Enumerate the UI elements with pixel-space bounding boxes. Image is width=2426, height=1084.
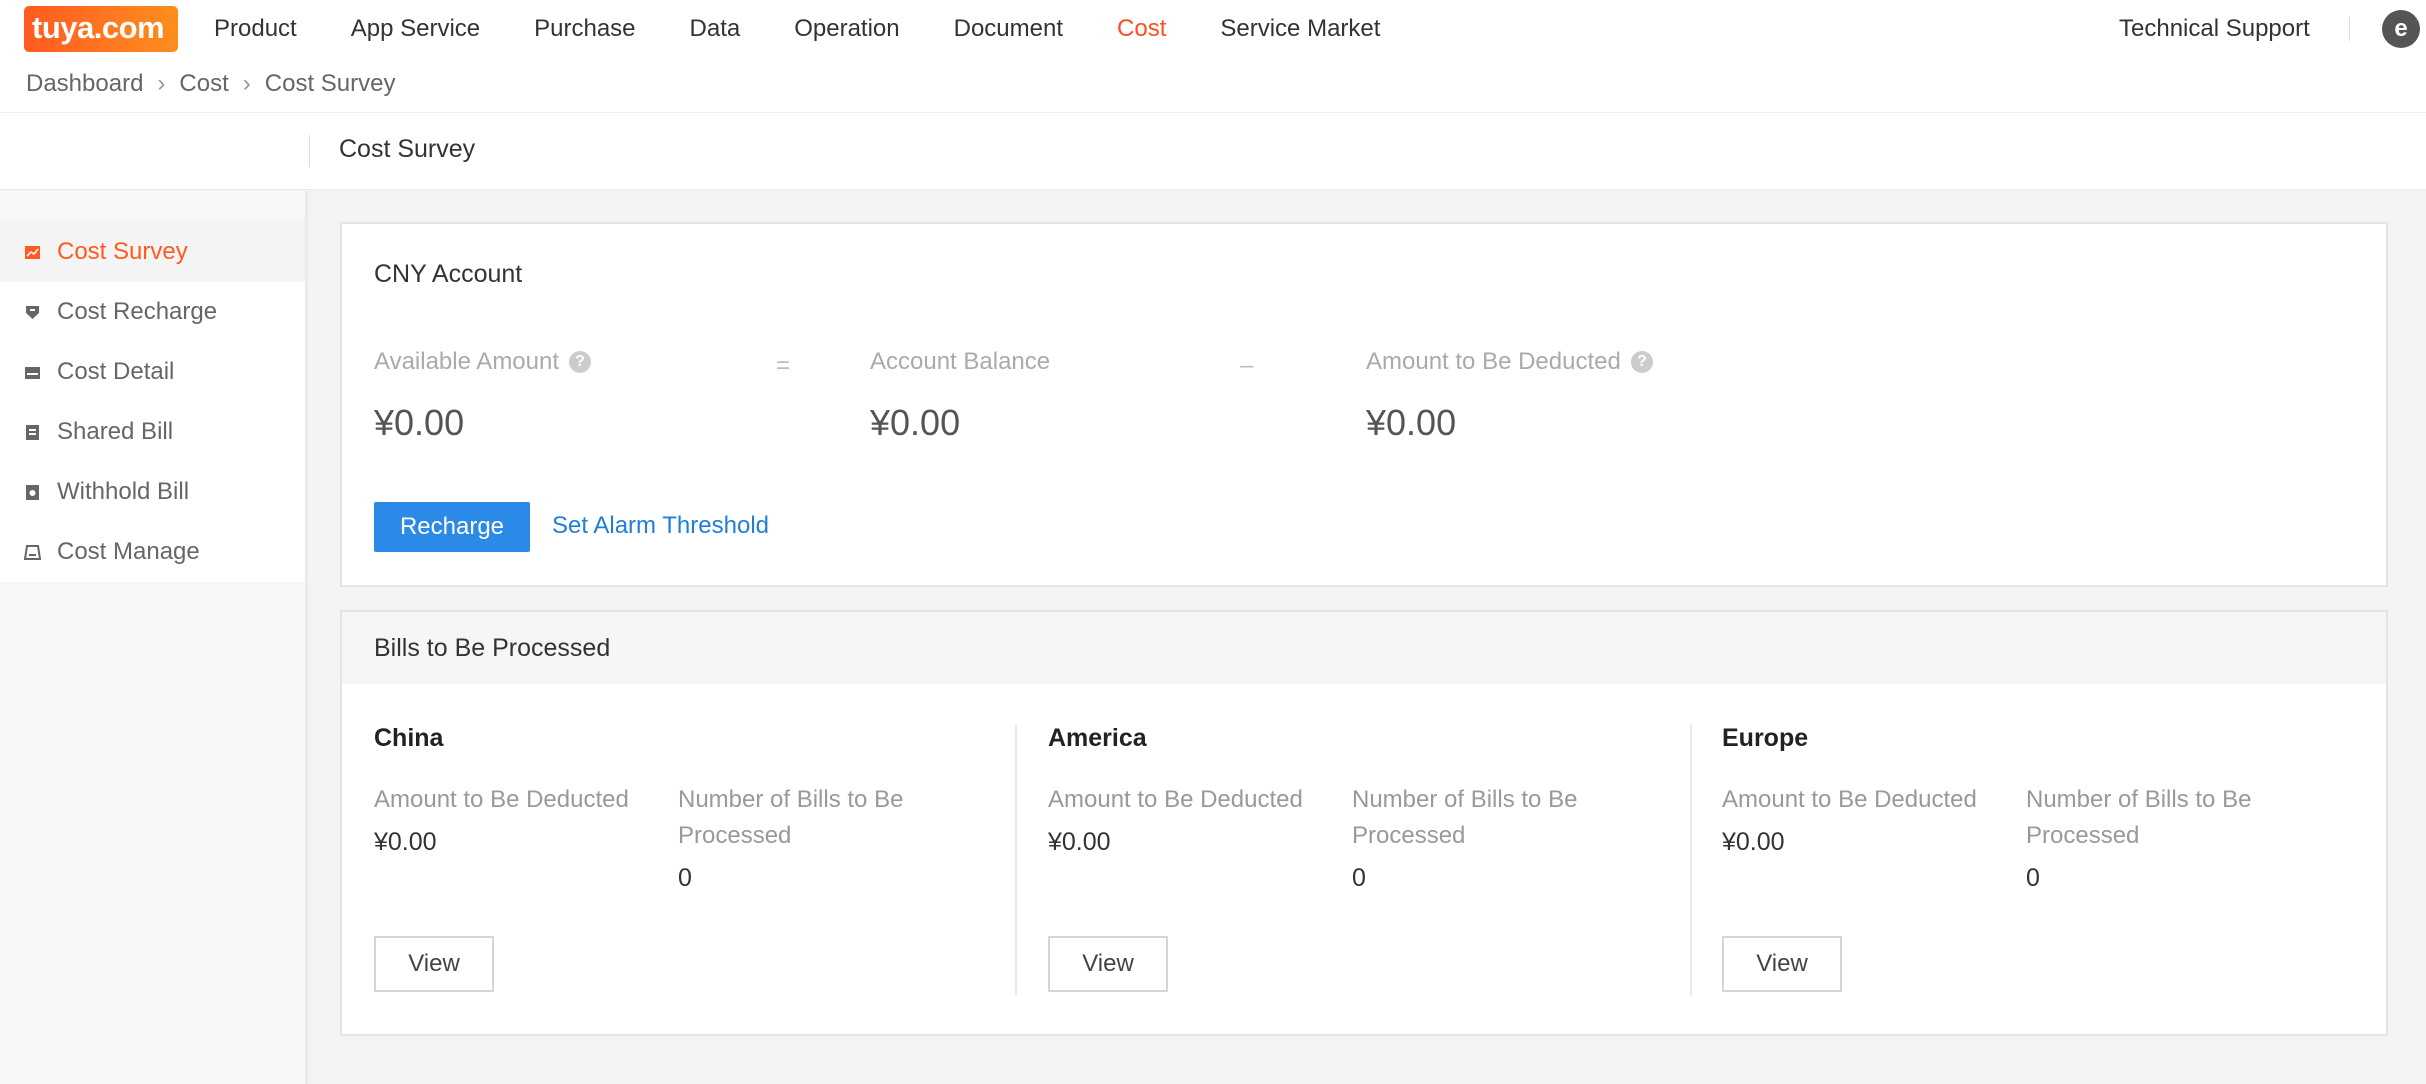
sidebar-item-label: Cost Detail [57, 358, 175, 385]
nav-item-document[interactable]: Document [954, 0, 1063, 58]
card-title: CNY Account [374, 260, 523, 288]
amount-to-be-deducted: Amount to Be Deducted ? ¥0.00 [1366, 348, 1653, 444]
deduct-value: ¥0.00 [1048, 828, 1111, 856]
available-amount-value: ¥0.00 [374, 402, 465, 443]
nav-divider [2349, 17, 2350, 41]
nav-item-operation[interactable]: Operation [794, 0, 899, 58]
account-balance-label: Account Balance [870, 348, 1050, 376]
deduct-value: ¥0.00 [374, 828, 437, 856]
region-name: America [1048, 724, 1147, 752]
deduct-value: ¥0.00 [1722, 828, 1785, 856]
chevron-right-icon: › [157, 70, 166, 97]
chart-icon [24, 244, 41, 261]
chevron-right-icon: › [242, 70, 251, 97]
main-menu: Product App Service Purchase Data Operat… [214, 0, 1434, 58]
nav-item-data[interactable]: Data [690, 0, 741, 58]
label-text: Account Balance [870, 348, 1051, 375]
bill-count-label: Number of Bills to Be Processed [2026, 786, 2252, 849]
available-amount-label: Available Amount ? [374, 348, 592, 376]
card-title: Bills to Be Processed [374, 634, 611, 662]
region-name: Europe [1722, 724, 1809, 752]
view-button[interactable]: View [374, 936, 494, 992]
breadcrumb-cost-survey: Cost Survey [264, 70, 396, 97]
region-china: China Amount to Be Deducted ¥0.00 Number… [342, 724, 982, 1004]
detail-icon [24, 364, 41, 381]
nav-item-cost[interactable]: Cost [1117, 0, 1166, 58]
account-balance-value: ¥0.00 [870, 402, 961, 443]
tuya-logo[interactable]: tuya.com [24, 6, 178, 52]
sidebar-item-label: Cost Manage [57, 538, 200, 565]
manage-icon [24, 544, 41, 561]
sidebar-item-shared-bill[interactable]: Shared Bill [0, 402, 305, 462]
sidebar-item-cost-survey[interactable]: Cost Survey [0, 222, 305, 282]
minus-sign: – [1240, 352, 1254, 379]
technical-support-link[interactable]: Technical Support [2119, 0, 2310, 58]
header-divider [309, 135, 310, 167]
nav-item-purchase[interactable]: Purchase [534, 0, 635, 58]
amount-to-be-deducted-value: ¥0.00 [1366, 402, 1457, 443]
region-europe: Europe Amount to Be Deducted ¥0.00 Numbe… [1690, 724, 2330, 1004]
recharge-icon [24, 304, 41, 321]
recharge-button[interactable]: Recharge [374, 502, 530, 552]
breadcrumb: Dashboard › Cost › Cost Survey [26, 70, 396, 98]
label-text: Available Amount [374, 348, 560, 375]
help-icon[interactable]: ? [1630, 351, 1653, 373]
view-button[interactable]: View [1722, 936, 1842, 992]
sidebar-item-label: Cost Recharge [57, 298, 218, 325]
top-navigation: tuya.com Product App Service Purchase Da… [0, 0, 2426, 58]
bill-count-label: Number of Bills to Be Processed [678, 786, 904, 849]
amount-to-be-deducted-label: Amount to Be Deducted ? [1366, 348, 1653, 376]
sidebar: Cost Survey Cost Recharge Cost Detail Sh… [0, 191, 308, 1084]
set-alarm-threshold-link[interactable]: Set Alarm Threshold [552, 512, 769, 540]
sidebar-item-withhold-bill[interactable]: Withhold Bill [0, 462, 305, 522]
nav-item-service-market[interactable]: Service Market [1220, 0, 1380, 58]
deduct-label: Amount to Be Deducted [374, 786, 629, 813]
sidebar-item-label: Withhold Bill [57, 478, 190, 505]
available-amount: Available Amount ? ¥0.00 [374, 348, 592, 444]
breadcrumb-cost[interactable]: Cost [179, 70, 228, 98]
view-button[interactable]: View [1048, 936, 1168, 992]
page-header: Cost Survey [0, 112, 2426, 190]
nav-item-product[interactable]: Product [214, 0, 297, 58]
equals-sign: = [776, 352, 791, 379]
sidebar-menu: Cost Survey Cost Recharge Cost Detail Sh… [0, 222, 305, 582]
page-title: Cost Survey [339, 135, 476, 163]
bills-to-be-processed-card: Bills to Be Processed China Amount to Be… [340, 610, 2388, 1036]
bill-count-value: 0 [678, 864, 692, 892]
label-text: Amount to Be Deducted [1366, 348, 1621, 375]
account-balance: Account Balance ¥0.00 [870, 348, 1050, 444]
bill-count-value: 0 [2026, 864, 2040, 892]
card-header: Bills to Be Processed [342, 612, 2386, 684]
cny-account-card: CNY Account Available Amount ? ¥0.00 = A… [340, 222, 2388, 587]
help-icon[interactable]: ? [569, 351, 592, 373]
deduct-label: Amount to Be Deducted [1722, 786, 1977, 813]
sidebar-item-label: Cost Survey [57, 238, 188, 265]
breadcrumb-dashboard[interactable]: Dashboard [26, 70, 143, 98]
bill-count-value: 0 [1352, 864, 1366, 892]
sidebar-item-cost-recharge[interactable]: Cost Recharge [0, 282, 305, 342]
nav-item-app-service[interactable]: App Service [351, 0, 480, 58]
bill-icon [24, 424, 41, 441]
breadcrumb-bar: Dashboard › Cost › Cost Survey [0, 58, 2426, 112]
withhold-icon [24, 484, 41, 501]
region-america: America Amount to Be Deducted ¥0.00 Numb… [1016, 724, 1656, 1004]
user-avatar-icon[interactable]: e [2382, 10, 2420, 48]
sidebar-item-cost-detail[interactable]: Cost Detail [0, 342, 305, 402]
sidebar-item-label: Shared Bill [57, 418, 174, 445]
bill-count-label: Number of Bills to Be Processed [1352, 786, 1578, 849]
region-name: China [374, 724, 444, 752]
deduct-label: Amount to Be Deducted [1048, 786, 1303, 813]
sidebar-item-cost-manage[interactable]: Cost Manage [0, 522, 305, 582]
